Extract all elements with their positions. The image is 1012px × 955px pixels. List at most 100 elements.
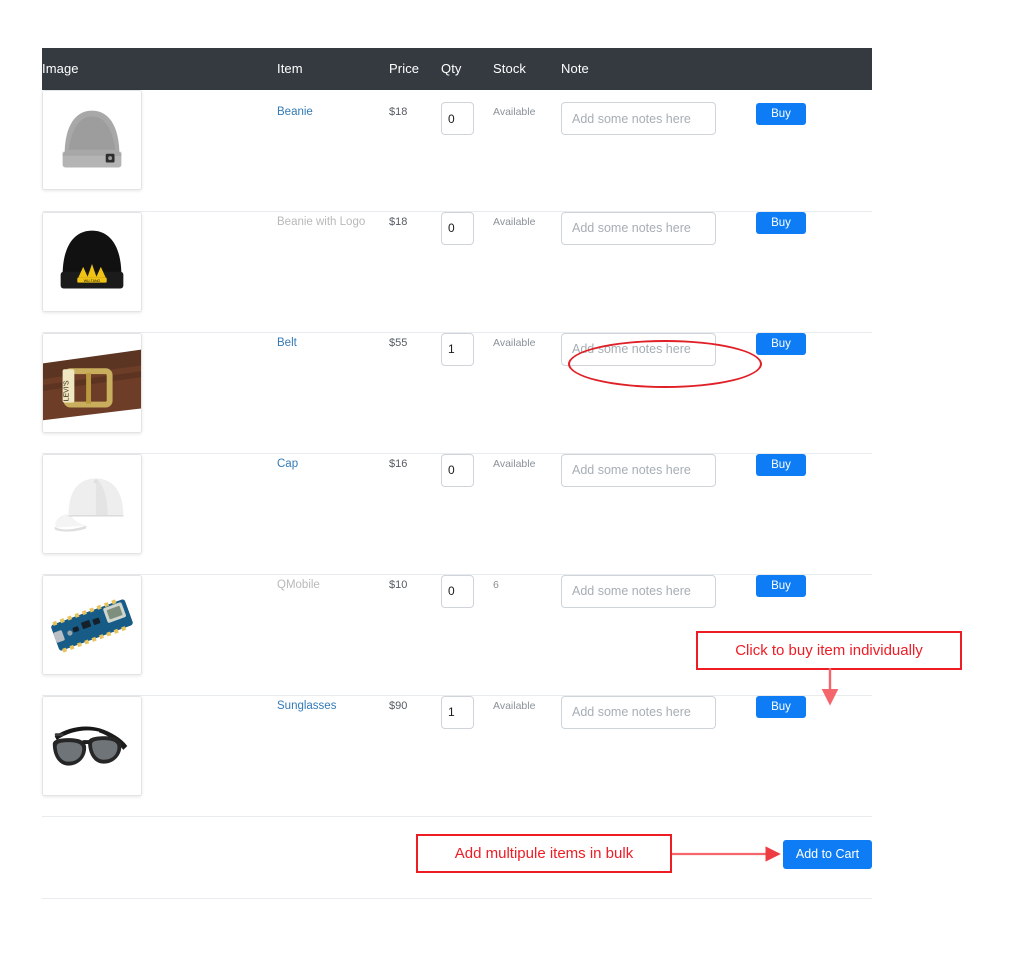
stock-cell: Available bbox=[493, 695, 561, 817]
action-cell[interactable]: Buy bbox=[756, 695, 872, 817]
note-cell[interactable] bbox=[561, 332, 756, 454]
action-cell[interactable]: Buy bbox=[756, 90, 872, 212]
stock-value: Available bbox=[493, 336, 536, 349]
product-image-white-baseball-cap bbox=[42, 453, 142, 554]
stock-value: Available bbox=[493, 699, 536, 712]
price-cell: $16 bbox=[389, 453, 441, 575]
svg-text:LEVI'S: LEVI'S bbox=[63, 380, 70, 401]
table-row: LEVI'S Belt $55 Available Buy bbox=[42, 332, 872, 454]
qty-input[interactable] bbox=[441, 102, 474, 135]
qty-cell[interactable] bbox=[441, 453, 493, 575]
item-name-cell[interactable]: Cap bbox=[277, 453, 389, 575]
stock-cell: Available bbox=[493, 211, 561, 333]
note-cell[interactable] bbox=[561, 90, 756, 212]
page-root: Image Item Price Qty Stock Note Beanie $… bbox=[0, 0, 1012, 955]
column-header-action bbox=[756, 48, 872, 90]
note-input[interactable] bbox=[561, 695, 716, 729]
qty-cell[interactable] bbox=[441, 211, 493, 333]
table-header-row: Image Item Price Qty Stock Note bbox=[42, 48, 872, 90]
qty-input[interactable] bbox=[441, 574, 474, 608]
buy-button[interactable]: Buy bbox=[756, 332, 806, 355]
item-name-link[interactable]: Beanie bbox=[277, 106, 313, 118]
stock-cell: Available bbox=[493, 453, 561, 575]
action-cell[interactable]: Buy bbox=[756, 453, 872, 575]
qty-cell[interactable] bbox=[441, 574, 493, 696]
add-to-cart-button[interactable]: Add to Cart bbox=[783, 840, 872, 869]
price-cell: $10 bbox=[389, 574, 441, 696]
price-value: $18 bbox=[389, 215, 408, 228]
buy-button[interactable]: Buy bbox=[756, 211, 806, 234]
item-name-link[interactable]: Cap bbox=[277, 458, 298, 470]
table-row: Cap $16 Available Buy bbox=[42, 453, 872, 575]
note-cell[interactable] bbox=[561, 695, 756, 817]
product-image-cell bbox=[42, 453, 277, 575]
svg-text:WU-TANG: WU-TANG bbox=[84, 278, 101, 282]
stock-cell: Available bbox=[493, 332, 561, 454]
stock-cell: 6 bbox=[493, 574, 561, 696]
shop-items-table-wrapper: Image Item Price Qty Stock Note Beanie $… bbox=[42, 48, 872, 899]
stock-value: Available bbox=[493, 215, 536, 228]
price-cell: $18 bbox=[389, 211, 441, 333]
buy-button[interactable]: Buy bbox=[756, 574, 806, 597]
shop-items-table: Image Item Price Qty Stock Note Beanie $… bbox=[42, 48, 872, 899]
price-cell: $55 bbox=[389, 332, 441, 454]
qty-input[interactable] bbox=[441, 211, 474, 245]
price-value: $16 bbox=[389, 457, 408, 470]
qty-cell[interactable] bbox=[441, 332, 493, 454]
note-input[interactable] bbox=[561, 574, 716, 608]
qty-input[interactable] bbox=[441, 695, 474, 729]
table-row: Sunglasses $90 Available Buy bbox=[42, 695, 872, 817]
column-header-qty: Qty bbox=[441, 48, 493, 90]
product-image-gray-beanie bbox=[42, 90, 142, 190]
qty-input[interactable] bbox=[441, 453, 474, 487]
table-row: WU-TANG Beanie with Logo $18 Available B… bbox=[42, 211, 872, 333]
stock-value: Available bbox=[493, 106, 536, 118]
note-input[interactable] bbox=[561, 332, 716, 366]
product-image-cell: LEVI'S bbox=[42, 332, 277, 454]
product-image-black-beanie-with-logo: WU-TANG bbox=[42, 211, 142, 312]
price-value: $18 bbox=[389, 106, 408, 118]
price-value: $55 bbox=[389, 336, 408, 349]
note-input[interactable] bbox=[561, 211, 716, 245]
product-image-black-sunglasses bbox=[42, 695, 142, 796]
note-cell[interactable] bbox=[561, 211, 756, 333]
item-name-cell[interactable]: Belt bbox=[277, 332, 389, 454]
product-image-cell bbox=[42, 574, 277, 696]
action-cell[interactable]: Buy bbox=[756, 211, 872, 333]
price-cell: $18 bbox=[389, 90, 441, 212]
item-name-link[interactable]: Belt bbox=[277, 337, 297, 349]
buy-button[interactable]: Buy bbox=[756, 103, 806, 125]
table-body: Beanie $18 Available Buy WU-TANG bbox=[42, 90, 872, 899]
table-footer-row bbox=[42, 816, 872, 899]
item-name-link: QMobile bbox=[277, 578, 320, 591]
product-image-cell bbox=[42, 90, 277, 212]
qty-cell[interactable] bbox=[441, 90, 493, 212]
product-image-cell bbox=[42, 695, 277, 817]
stock-value: 6 bbox=[493, 578, 499, 591]
action-cell[interactable]: Buy bbox=[756, 574, 872, 696]
item-name-link[interactable]: Sunglasses bbox=[277, 700, 336, 712]
note-cell[interactable] bbox=[561, 574, 756, 696]
item-name-cell[interactable]: Sunglasses bbox=[277, 695, 389, 817]
item-name-cell[interactable]: Beanie bbox=[277, 90, 389, 212]
qty-input[interactable] bbox=[441, 332, 474, 366]
product-image-brown-leather-belt: LEVI'S bbox=[42, 332, 142, 433]
buy-button[interactable]: Buy bbox=[756, 695, 806, 718]
product-image-microcontroller-board bbox=[42, 574, 142, 675]
note-input[interactable] bbox=[561, 102, 716, 135]
price-cell: $90 bbox=[389, 695, 441, 817]
buy-button[interactable]: Buy bbox=[756, 453, 806, 476]
column-header-note: Note bbox=[561, 48, 756, 90]
action-cell[interactable]: Buy bbox=[756, 332, 872, 454]
item-name-link: Beanie with Logo bbox=[277, 215, 366, 228]
table-footer-cell bbox=[42, 816, 872, 899]
note-input[interactable] bbox=[561, 453, 716, 487]
column-header-price: Price bbox=[389, 48, 441, 90]
qty-cell[interactable] bbox=[441, 695, 493, 817]
product-image-cell: WU-TANG bbox=[42, 211, 277, 333]
table-row: Beanie $18 Available Buy bbox=[42, 90, 872, 212]
note-cell[interactable] bbox=[561, 453, 756, 575]
price-value: $10 bbox=[389, 578, 408, 591]
column-header-image: Image bbox=[42, 48, 277, 90]
stock-value: Available bbox=[493, 457, 536, 470]
